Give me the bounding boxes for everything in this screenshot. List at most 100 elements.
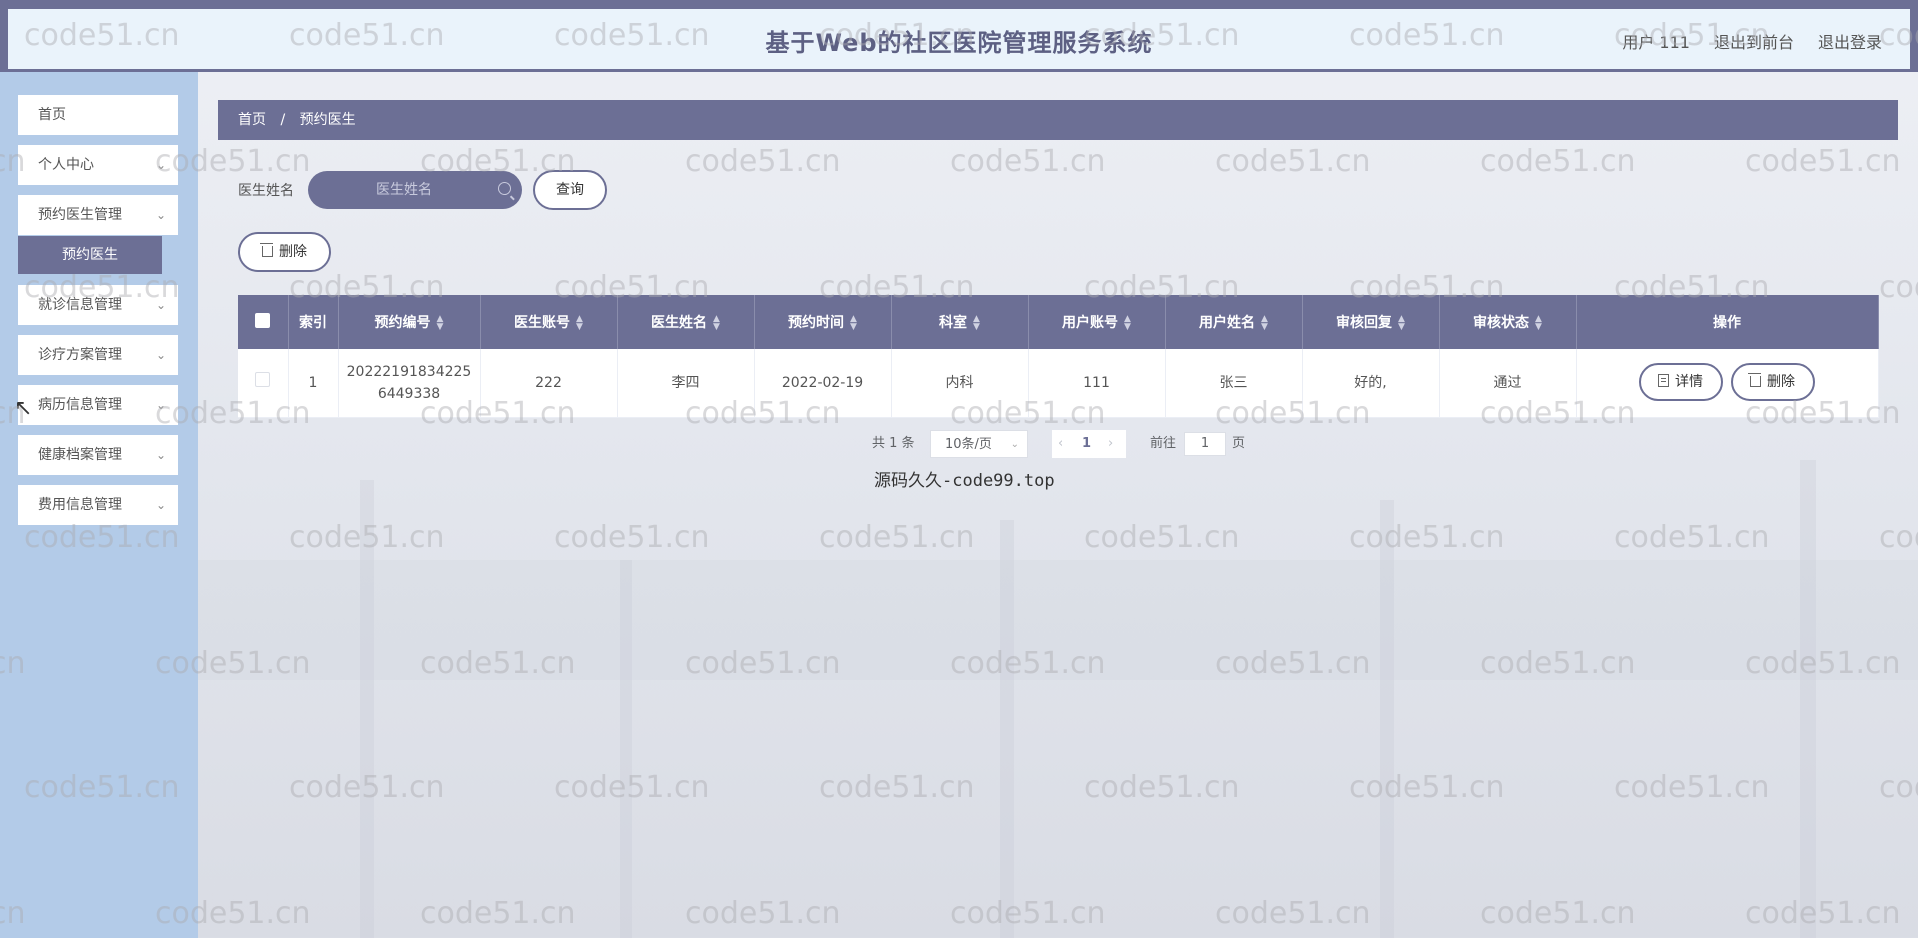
watermark-text: code51.cn bbox=[950, 144, 1106, 179]
header-user-account[interactable]: 用户账号 ▲ ▼ bbox=[1028, 295, 1166, 349]
header-select-all[interactable] bbox=[238, 295, 289, 349]
header-label: 预约编号 bbox=[374, 315, 431, 331]
sidebar-item-label: 个人中心 bbox=[38, 157, 94, 173]
watermark-text: code51.cn bbox=[1215, 896, 1371, 931]
select-all-checkbox[interactable] bbox=[255, 312, 271, 328]
sort-icon[interactable]: ▲ ▼ bbox=[850, 315, 857, 332]
header-booking-time[interactable]: 预约时间 ▲ ▼ bbox=[754, 295, 892, 349]
header-doctor-account[interactable]: 医生账号 ▲ ▼ bbox=[480, 295, 618, 349]
chevron-down-icon: ⌄ bbox=[155, 398, 166, 412]
prev-page-icon[interactable]: ‹ bbox=[1058, 430, 1063, 458]
logout-link[interactable]: 退出登录 bbox=[1818, 29, 1882, 53]
sort-icon[interactable]: ▲ ▼ bbox=[1398, 315, 1405, 332]
watermark-text: code51.cn bbox=[1745, 144, 1901, 179]
header-actions: 操作 bbox=[1576, 295, 1879, 349]
page-size-select[interactable]: 10条/页 ⌄ bbox=[930, 430, 1028, 458]
watermark-text: code51.cn bbox=[819, 770, 975, 805]
sort-icon[interactable]: ▲ ▼ bbox=[437, 315, 444, 332]
goto-label: 前往 bbox=[1150, 436, 1177, 451]
booking-no-line-1: 20222191834225 bbox=[346, 364, 472, 380]
sidebar-item-fees[interactable]: 费用信息管理 ⌄ bbox=[18, 485, 178, 525]
query-button[interactable]: 查询 bbox=[533, 170, 607, 210]
watermark-text: code51.cn bbox=[1349, 770, 1505, 805]
cell-doctor-name: 李四 bbox=[617, 349, 755, 418]
sort-icon[interactable]: ▲ ▼ bbox=[1261, 315, 1268, 332]
row-checkbox[interactable] bbox=[255, 372, 271, 387]
search-label: 医生姓名 bbox=[238, 183, 294, 199]
watermark-text: code51.cn bbox=[1349, 520, 1505, 555]
sort-icon[interactable]: ▲ ▼ bbox=[713, 315, 720, 332]
trash-icon bbox=[1748, 373, 1761, 387]
header-label: 科室 bbox=[939, 315, 968, 331]
chevron-down-icon: ⌄ bbox=[155, 348, 166, 362]
breadcrumb-separator: / bbox=[280, 112, 286, 128]
sort-icon[interactable]: ▲ ▼ bbox=[1124, 315, 1131, 332]
header: 基于Web的社区医院管理服务系统 用户 111 退出到前台 退出登录 bbox=[8, 9, 1910, 69]
header-label: 用户姓名 bbox=[1199, 315, 1256, 331]
header-label: 用户账号 bbox=[1062, 315, 1119, 331]
sidebar-item-booking-management[interactable]: 预约医生管理 ⌄ bbox=[18, 195, 178, 235]
cell-user-name: 张三 bbox=[1165, 349, 1303, 418]
cell-booking-no: 20222191834225 6449338 bbox=[338, 349, 481, 418]
header-label: 索引 bbox=[299, 315, 327, 331]
batch-delete-label: 删除 bbox=[279, 244, 307, 260]
sidebar-item-home[interactable]: 首页 bbox=[18, 95, 178, 135]
cell-review-status: 通过 bbox=[1439, 349, 1577, 418]
pagination-total: 共 1 条 bbox=[872, 436, 915, 451]
back-to-front-link[interactable]: 退出到前台 bbox=[1714, 29, 1794, 53]
watermark-text: code51.cn bbox=[819, 520, 975, 555]
goto-page-input[interactable]: 1 bbox=[1184, 432, 1226, 456]
next-page-icon[interactable]: › bbox=[1108, 430, 1113, 458]
detail-button[interactable]: 详情 bbox=[1638, 363, 1723, 401]
sort-icon[interactable]: ▲ ▼ bbox=[1535, 315, 1542, 332]
cell-user-account: 111 bbox=[1028, 349, 1166, 418]
header-booking-no[interactable]: 预约编号 ▲ ▼ bbox=[338, 295, 481, 349]
cell-booking-time: 2022-02-19 bbox=[754, 349, 892, 418]
sort-icon[interactable]: ▲ ▼ bbox=[973, 315, 980, 332]
header-review-reply[interactable]: 审核回复 ▲ ▼ bbox=[1302, 295, 1440, 349]
sidebar-item-visit-info[interactable]: 就诊信息管理 ⌄ bbox=[18, 285, 178, 325]
search-icon bbox=[498, 182, 511, 195]
query-button-label: 查询 bbox=[556, 182, 584, 198]
row-delete-button[interactable]: 删除 bbox=[1730, 363, 1815, 401]
breadcrumb-home[interactable]: 首页 bbox=[238, 112, 266, 128]
watermark-text: code51.cn bbox=[1879, 520, 1918, 555]
page-number[interactable]: 1 bbox=[1082, 430, 1091, 458]
watermark-text: code51.cn bbox=[1084, 520, 1240, 555]
header-label: 医生账号 bbox=[514, 315, 571, 331]
sidebar-item-personal-center[interactable]: 个人中心 ⌄ bbox=[18, 145, 178, 185]
watermark-text: code51.cn bbox=[1879, 770, 1918, 805]
document-icon bbox=[1658, 374, 1669, 387]
table-header-row: 索引 预约编号 ▲ ▼ 医生账号 ▲ ▼ 医生姓名 ▲ ▼ 预约时间 ▲ ▼ 科室 ▲ ▼ 用户账号… bbox=[238, 295, 1879, 349]
sidebar-item-label: 预约医生管理 bbox=[38, 207, 122, 223]
row-select-cell[interactable] bbox=[238, 349, 289, 418]
header-user-name[interactable]: 用户姓名 ▲ ▼ bbox=[1165, 295, 1303, 349]
watermark-text: code51.cn bbox=[1879, 270, 1918, 305]
sidebar-item-treatment-plan[interactable]: 诊疗方案管理 ⌄ bbox=[18, 335, 178, 375]
header-review-status[interactable]: 审核状态 ▲ ▼ bbox=[1439, 295, 1577, 349]
sort-icon[interactable]: ▲ ▼ bbox=[576, 315, 583, 332]
header-department[interactable]: 科室 ▲ ▼ bbox=[891, 295, 1029, 349]
header-label: 审核回复 bbox=[1336, 315, 1393, 331]
sidebar-item-label: 诊疗方案管理 bbox=[38, 347, 122, 363]
sidebar: 首页 个人中心 ⌄ 预约医生管理 ⌄ 预约医生 就诊信息管理 ⌄ 诊疗方案管理 … bbox=[0, 72, 198, 938]
sidebar-subitem-booking-doctor[interactable]: 预约医生 bbox=[18, 236, 162, 274]
pager: ‹ 1 › bbox=[1052, 430, 1126, 458]
doctor-name-search-input[interactable] bbox=[308, 171, 522, 209]
cell-review-reply: 好的, bbox=[1302, 349, 1440, 418]
chevron-down-icon: ⌄ bbox=[155, 208, 166, 222]
watermark-text: code51.cn bbox=[685, 144, 841, 179]
sidebar-item-label: 健康档案管理 bbox=[38, 447, 122, 463]
footer-note: 源码久久-code99.top bbox=[874, 471, 1055, 491]
table-row: 1 20222191834225 6449338 222 李四 2022-02-1… bbox=[238, 349, 1879, 418]
sidebar-item-medical-records[interactable]: 病历信息管理 ⌄ bbox=[18, 385, 178, 425]
header-doctor-name[interactable]: 医生姓名 ▲ ▼ bbox=[617, 295, 755, 349]
sidebar-item-label: 病历信息管理 bbox=[38, 397, 122, 413]
header-actions: 用户 111 退出到前台 退出登录 bbox=[1622, 29, 1882, 53]
cell-index: 1 bbox=[288, 349, 339, 418]
batch-delete-button[interactable]: 删除 bbox=[238, 232, 331, 272]
watermark-text: code51.cn bbox=[1480, 896, 1636, 931]
sidebar-item-health-records[interactable]: 健康档案管理 ⌄ bbox=[18, 435, 178, 475]
trash-icon bbox=[260, 243, 273, 257]
watermark-text: code51.cn bbox=[1215, 144, 1371, 179]
